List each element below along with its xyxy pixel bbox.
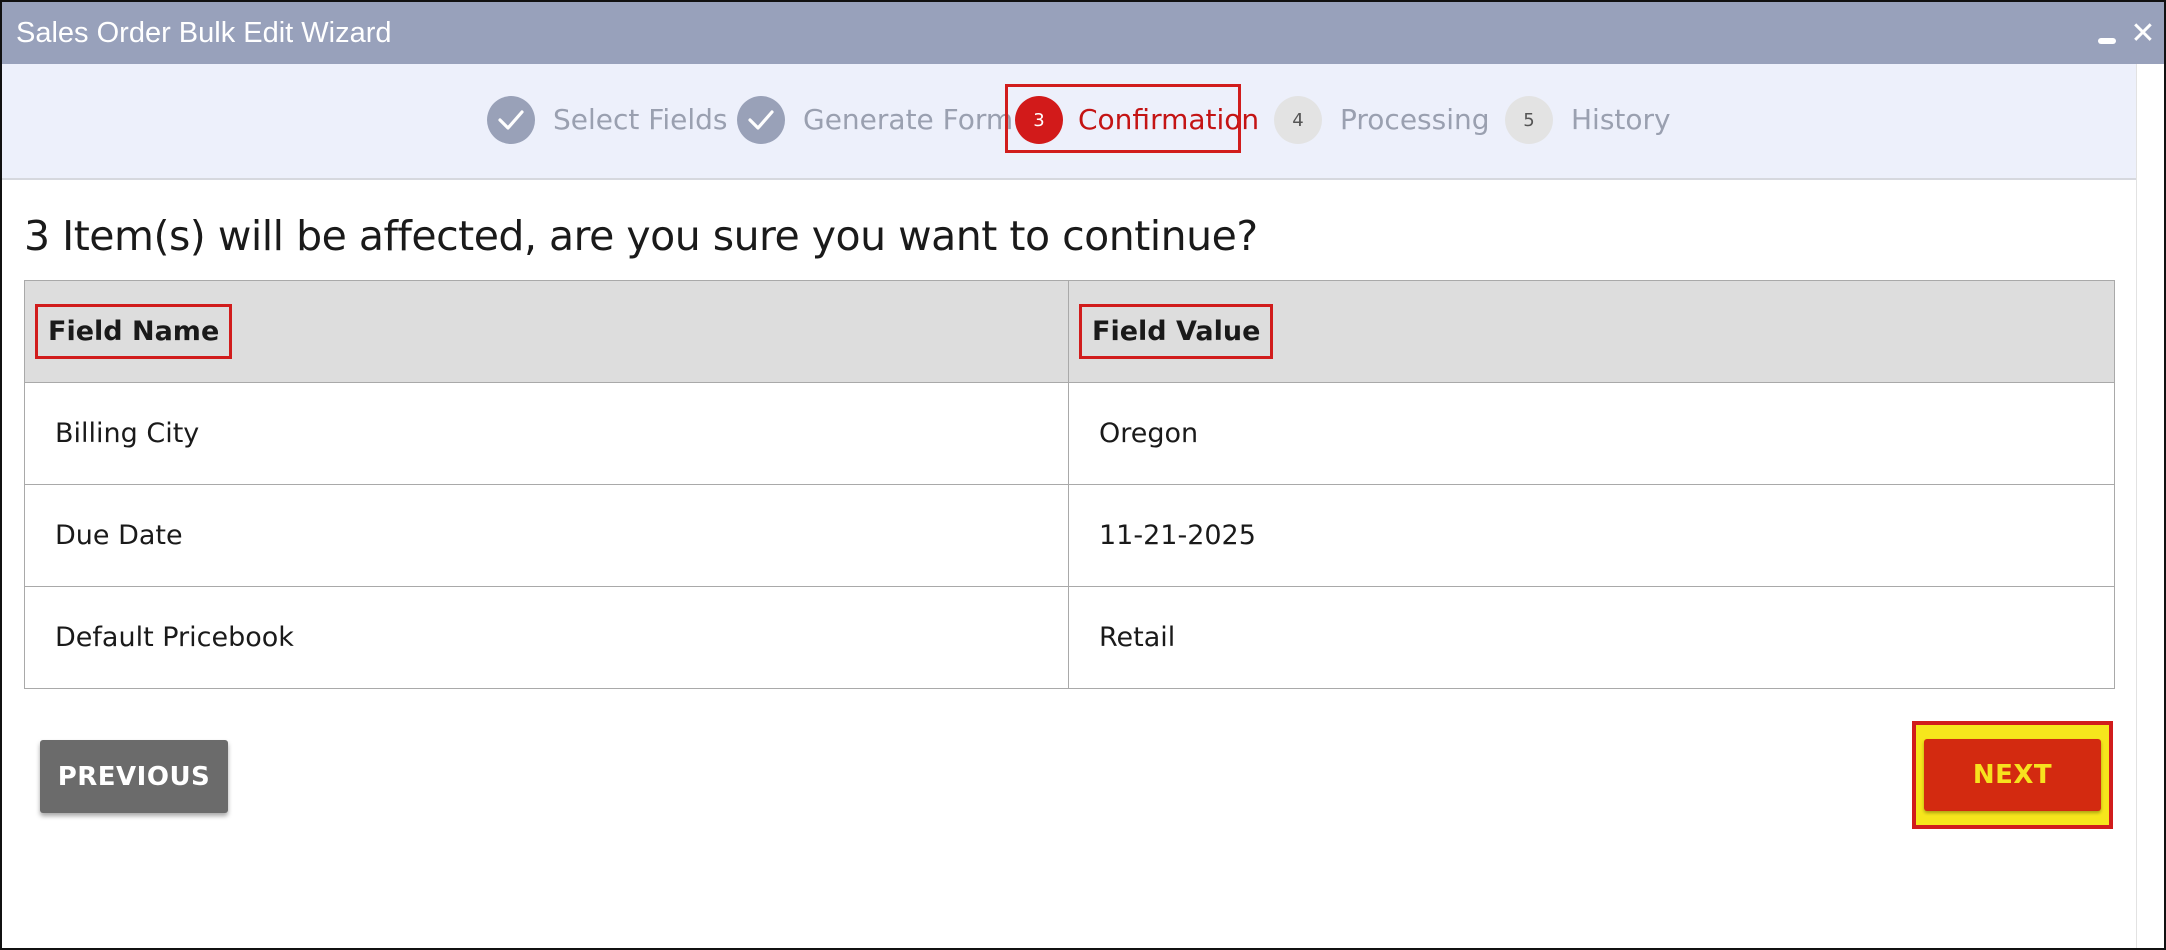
previous-button[interactable]: PREVIOUS	[40, 740, 228, 813]
table-row: Billing City Oregon	[24, 382, 2115, 485]
next-button[interactable]: NEXT	[1924, 739, 2101, 811]
changes-table: Field Name Field Value Billing City Oreg…	[24, 280, 2115, 689]
table-row: Due Date 11-21-2025	[24, 484, 2115, 587]
field-value-cell: Retail	[1068, 586, 2115, 689]
title-bar: Sales Order Bulk Edit Wizard ✕	[2, 2, 2164, 64]
active-step-highlight	[1005, 84, 1241, 153]
step-label: Generate Form	[803, 103, 1014, 136]
minimize-icon[interactable]	[2098, 38, 2116, 44]
check-icon	[487, 96, 535, 144]
confirmation-question: 3 Item(s) will be affected, are you sure…	[24, 212, 1258, 260]
step-label: Select Fields	[553, 103, 728, 136]
check-icon	[737, 96, 785, 144]
field-name-cell: Default Pricebook	[24, 586, 1069, 689]
step-label: Processing	[1340, 103, 1490, 136]
field-name-header-label: Field Name	[35, 304, 233, 359]
next-button-highlight: NEXT	[1912, 721, 2113, 829]
field-name-cell: Due Date	[24, 484, 1069, 587]
field-value-cell: Oregon	[1068, 382, 2115, 485]
field-value-header-label: Field Value	[1079, 304, 1274, 359]
step-number: 5	[1505, 96, 1553, 144]
field-value-cell: 11-21-2025	[1068, 484, 2115, 587]
header-field-value: Field Value	[1068, 280, 2115, 383]
step-number: 4	[1274, 96, 1322, 144]
wizard-window: Sales Order Bulk Edit Wizard ✕ Select Fi…	[0, 0, 2166, 950]
close-icon[interactable]: ✕	[2130, 19, 2156, 49]
header-field-name: Field Name	[24, 280, 1069, 383]
table-row: Default Pricebook Retail	[24, 586, 2115, 689]
table-header-row: Field Name Field Value	[24, 280, 2115, 383]
step-label: History	[1571, 103, 1671, 136]
scrollbar-track[interactable]	[2136, 64, 2164, 948]
field-name-cell: Billing City	[24, 382, 1069, 485]
window-title: Sales Order Bulk Edit Wizard	[16, 17, 392, 49]
